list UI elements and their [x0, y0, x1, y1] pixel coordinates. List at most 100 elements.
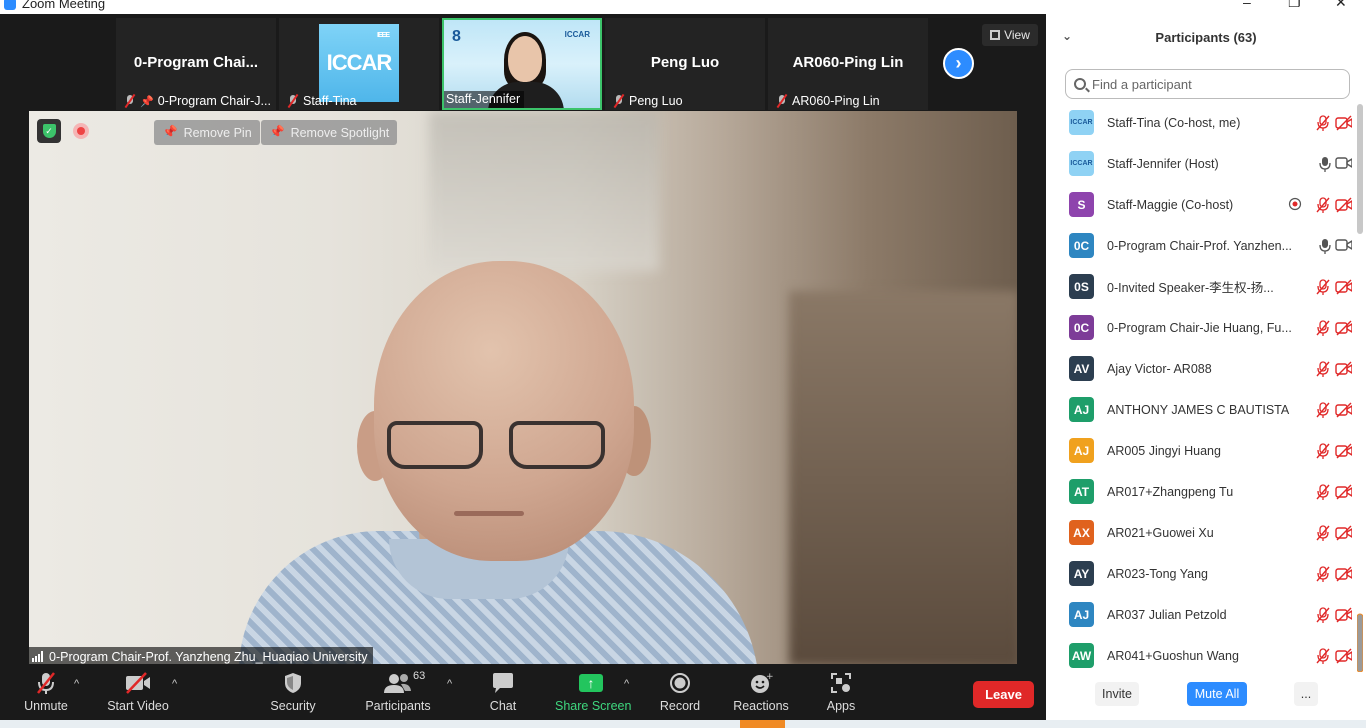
chat-button[interactable]: Chat: [486, 670, 520, 713]
avatar: 0S: [1069, 274, 1094, 299]
avatar: AY: [1069, 561, 1094, 586]
leave-button[interactable]: Leave: [973, 681, 1034, 708]
video-off-icon: [1335, 361, 1352, 382]
minimize-button[interactable]: –: [1243, 0, 1251, 10]
participant-row[interactable]: ICCAR Staff-Jennifer (Host): [1046, 143, 1352, 184]
thumbnail-caption-text: Staff-Tina: [303, 94, 357, 108]
participant-row[interactable]: ICCAR Staff-Tina (Co-host, me): [1046, 102, 1352, 143]
participant-row[interactable]: AV Ajay Victor- AR088: [1046, 348, 1352, 389]
participant-name: Staff-Jennifer (Host): [1107, 156, 1219, 171]
mic-muted-icon: [1315, 320, 1331, 341]
participant-name: Staff-Tina (Co-host, me): [1107, 115, 1241, 130]
participant-row[interactable]: AW AR041+Guoshun Wang: [1046, 635, 1352, 676]
encryption-shield-icon[interactable]: ✓: [37, 119, 61, 143]
participant-name: AR041+Guoshun Wang: [1107, 648, 1239, 663]
thumbnail-name: Peng Luo: [650, 54, 720, 71]
logo-text: ICCAR: [326, 50, 393, 75]
video-off-icon: [1335, 197, 1352, 218]
more-options-button[interactable]: ...: [1294, 682, 1318, 706]
thumbnail-caption: Staff-Tina: [285, 93, 361, 110]
participant-row[interactable]: AX AR021+Guowei Xu: [1046, 512, 1352, 553]
participant-name: Ajay Victor- AR088: [1107, 361, 1212, 376]
participant-row[interactable]: AJ AR005 Jingyi Huang: [1046, 430, 1352, 471]
main-video[interactable]: ✓ 📌 Remove Pin 📌 Remove Spotlight 0-Prog…: [29, 111, 1017, 666]
participant-name: AR005 Jingyi Huang: [1107, 443, 1221, 458]
video-off-icon: [1335, 402, 1352, 423]
close-button[interactable]: ✕: [1335, 0, 1347, 11]
view-button[interactable]: View: [982, 24, 1038, 46]
participant-name: 0-Program Chair-Prof. Yanzhen...: [1107, 238, 1293, 253]
iccar-logo: IEEE ICCAR: [319, 24, 399, 102]
remove-spotlight-button[interactable]: 📌 Remove Spotlight: [261, 120, 398, 145]
reactions-button[interactable]: + Reactions: [733, 670, 789, 713]
participant-row[interactable]: AT AR017+Zhangpeng Tu: [1046, 471, 1352, 512]
avatar: S: [1069, 192, 1094, 217]
thumbnail-caption: Peng Luo: [611, 93, 687, 110]
mic-icon: [1319, 238, 1331, 259]
share-screen-label: Share Screen: [555, 699, 632, 713]
remove-pin-label: Remove Pin: [183, 125, 252, 140]
chevron-right-icon: ›: [955, 53, 962, 73]
participant-name: AR023-Tong Yang: [1107, 566, 1209, 581]
video-off-icon: [1335, 648, 1352, 669]
remove-pin-button[interactable]: 📌 Remove Pin: [154, 120, 260, 145]
start-video-button[interactable]: Start Video: [106, 670, 170, 713]
next-page-button[interactable]: ›: [943, 48, 974, 79]
thumbnail-strip: 0-Program Chai... 📌 0-Program Chair-J...…: [116, 18, 928, 110]
participants-label: Participants: [365, 699, 431, 713]
participant-row[interactable]: S Staff-Maggie (Co-host): [1046, 184, 1352, 225]
participant-search-input[interactable]: Find a participant: [1065, 69, 1350, 99]
audio-options-caret[interactable]: ^: [74, 678, 79, 690]
participants-button[interactable]: 63 Participants: [364, 670, 432, 713]
participants-count: 63: [413, 670, 426, 682]
avatar: ICCAR: [1069, 110, 1094, 135]
thumbnail-caption-text: Peng Luo: [629, 94, 683, 108]
reactions-label: Reactions: [733, 699, 789, 713]
speaker-head: [374, 261, 634, 561]
apps-button[interactable]: Apps: [825, 670, 857, 713]
participant-row[interactable]: AJ AR037 Julian Petzold: [1046, 594, 1352, 635]
video-off-icon: [1335, 443, 1352, 464]
maximize-button[interactable]: ❐: [1288, 0, 1301, 11]
participant-list-scrollbar[interactable]: [1357, 104, 1363, 672]
panel-header: ⌄ Participants (63): [1046, 14, 1366, 60]
video-off-icon: [1335, 607, 1352, 628]
mic-muted-icon: [613, 94, 625, 108]
invite-button[interactable]: Invite: [1095, 682, 1139, 706]
mic-icon: [1319, 156, 1331, 177]
share-screen-button[interactable]: ↑ Share Screen: [555, 670, 632, 713]
thumbnail-ping-lin[interactable]: AR060-Ping Lin AR060-Ping Lin: [768, 18, 928, 110]
thumbnail-program-chair[interactable]: 0-Program Chai... 📌 0-Program Chair-J...: [116, 18, 276, 110]
signal-bars-icon: [32, 651, 43, 662]
meeting-area: 0-Program Chai... 📌 0-Program Chair-J...…: [0, 14, 1046, 666]
participant-list[interactable]: ICCAR Staff-Tina (Co-host, me) ICCAR Staff-…: [1046, 102, 1352, 677]
security-button[interactable]: Security: [266, 670, 320, 713]
participant-row[interactable]: 0S 0-Invited Speaker-李生权-扬...: [1046, 266, 1352, 307]
avatar: AJ: [1069, 438, 1094, 463]
unmute-button[interactable]: Unmute: [20, 670, 72, 713]
share-options-caret[interactable]: ^: [624, 678, 629, 690]
thumbnail-peng-luo[interactable]: Peng Luo Peng Luo: [605, 18, 765, 110]
chevron-down-icon[interactable]: ⌄: [1062, 29, 1072, 43]
participant-row[interactable]: 0C 0-Program Chair-Jie Huang, Fu...: [1046, 307, 1352, 348]
participant-row[interactable]: AY AR023-Tong Yang: [1046, 553, 1352, 594]
mic-muted-icon: [124, 94, 136, 108]
video-off-icon: [1335, 484, 1352, 505]
conference-logo-graphic: ICCAR: [564, 30, 590, 39]
video-background-wall: [429, 111, 659, 271]
participants-options-caret[interactable]: ^: [447, 678, 452, 690]
mute-all-button[interactable]: Mute All: [1187, 682, 1247, 706]
speaker-name: 0-Program Chair-Prof. Yanzheng Zhu_Huaqi…: [49, 649, 368, 664]
participants-icon: 63: [364, 670, 432, 696]
thumbnail-caption: 📌 0-Program Chair-J...: [122, 93, 275, 110]
record-button[interactable]: Record: [659, 670, 701, 713]
video-figure-face: [508, 36, 542, 82]
mic-muted-icon: [1315, 525, 1331, 546]
record-icon: [659, 670, 701, 696]
thumbnail-staff-jennifer[interactable]: 8 ICCAR Staff-Jennifer: [442, 18, 602, 110]
thumbnail-staff-tina[interactable]: IEEE ICCAR Staff-Tina: [279, 18, 439, 110]
video-options-caret[interactable]: ^: [172, 678, 177, 690]
participant-row[interactable]: AJ ANTHONY JAMES C BAUTISTA: [1046, 389, 1352, 430]
participant-row[interactable]: 0C 0-Program Chair-Prof. Yanzhen...: [1046, 225, 1352, 266]
mic-muted-icon: [1315, 197, 1331, 218]
